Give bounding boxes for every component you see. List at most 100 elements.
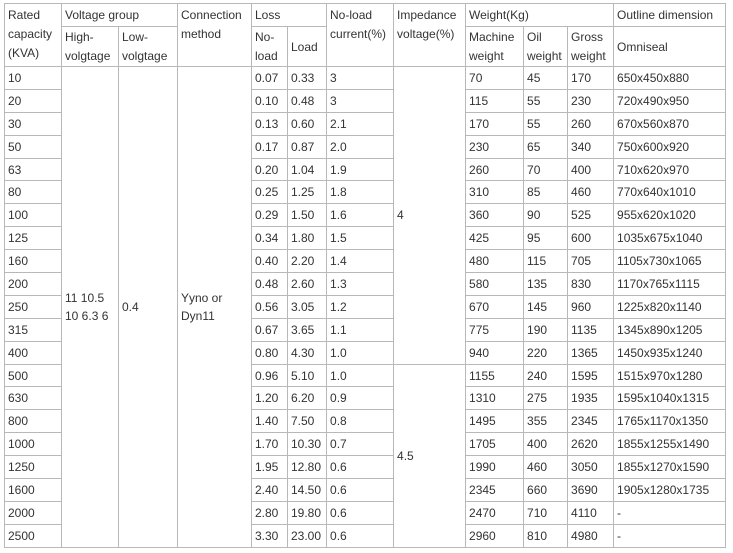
dimension-cell: 1515x970x1280 (613, 363, 727, 388)
load-loss-cell: 5.10 (286, 363, 328, 388)
dimension-cell: 1595x1040x1315 (613, 386, 727, 411)
no-load-current-cell: 0.6 (326, 455, 395, 480)
load-loss-cell: 7.50 (286, 409, 328, 434)
oil-weight-cell: 55 (523, 88, 569, 113)
dimension-cell: - (613, 500, 727, 525)
dimension-cell: 710x620x970 (613, 157, 727, 182)
no-load-current-cell: 2.0 (326, 134, 395, 159)
load-loss-cell: 0.60 (286, 111, 328, 136)
capacity-cell: 800 (4, 409, 62, 434)
machine-weight-cell: 775 (465, 317, 525, 342)
load-loss-cell: 12.80 (286, 455, 328, 480)
capacity-cell: 400 (4, 340, 62, 365)
no-load-current-cell: 1.0 (326, 363, 395, 388)
oil-weight-cell: 85 (523, 180, 569, 205)
oil-weight-cell: 460 (523, 455, 569, 480)
no-load-loss-cell: 0.34 (251, 226, 288, 251)
oil-weight-cell: 355 (523, 409, 569, 434)
machine-weight-cell: 1495 (465, 409, 525, 434)
machine-weight-cell: 580 (465, 272, 525, 296)
capacity-cell: 50 (4, 134, 62, 159)
oil-weight-cell: 115 (523, 249, 569, 274)
capacity-cell: 1000 (4, 432, 62, 457)
gross-weight-cell: 960 (567, 294, 615, 319)
impedance-voltage-cell: 4 (393, 66, 467, 365)
oil-weight-cell: 145 (523, 294, 569, 319)
gross-weight-cell: 1135 (567, 317, 615, 342)
no-load-loss-cell: 1.95 (251, 455, 288, 480)
no-load-current-cell: 1.4 (326, 249, 395, 274)
load-loss-cell: 10.30 (286, 432, 328, 457)
oil-weight-cell: 55 (523, 111, 569, 136)
gross-weight-cell: 1595 (567, 363, 615, 388)
header-impedance-voltage: Impedance voltage(%) (393, 3, 467, 67)
gross-weight-cell: 600 (567, 226, 615, 251)
no-load-loss-cell: 0.29 (251, 203, 288, 228)
machine-weight-cell: 170 (465, 111, 525, 136)
gross-weight-cell: 260 (567, 111, 615, 136)
gross-weight-cell: 3690 (567, 478, 615, 502)
no-load-current-cell: 1.9 (326, 157, 395, 182)
load-loss-cell: 19.80 (286, 500, 328, 525)
gross-weight-cell: 170 (567, 66, 615, 90)
oil-weight-cell: 135 (523, 272, 569, 296)
machine-weight-cell: 480 (465, 249, 525, 274)
capacity-cell: 630 (4, 386, 62, 411)
oil-weight-cell: 95 (523, 226, 569, 251)
header-oil-weight: Oil weight (523, 26, 569, 67)
load-loss-cell: 3.65 (286, 317, 328, 342)
capacity-cell: 63 (4, 157, 62, 182)
no-load-current-cell: 0.8 (326, 409, 395, 434)
dimension-cell: 1905x1280x1735 (613, 478, 727, 502)
gross-weight-cell: 230 (567, 88, 615, 113)
capacity-cell: 80 (4, 180, 62, 205)
dimension-cell: 1035x675x1040 (613, 226, 727, 251)
oil-weight-cell: 660 (523, 478, 569, 502)
table-body: 10 11 10.5 10 6.3 6 0.4 Yyno or Dyn11 0.07 0.… (4, 66, 727, 548)
dimension-cell: 1450x935x1240 (613, 340, 727, 365)
machine-weight-cell: 2960 (465, 523, 525, 548)
header-loss: Loss (250, 3, 328, 27)
machine-weight-cell: 425 (465, 226, 525, 251)
no-load-loss-cell: 0.40 (251, 249, 288, 274)
machine-weight-cell: 70 (465, 66, 525, 90)
capacity-cell: 1600 (4, 478, 62, 502)
load-loss-cell: 0.48 (286, 88, 328, 113)
machine-weight-cell: 1705 (465, 432, 525, 457)
load-loss-cell: 6.20 (286, 386, 328, 411)
header-rated-capacity: Rated capacity (KVA) (4, 3, 62, 67)
no-load-loss-cell: 0.56 (251, 294, 288, 319)
machine-weight-cell: 2345 (465, 478, 525, 502)
no-load-current-cell: 1.3 (326, 272, 395, 296)
machine-weight-cell: 1155 (465, 363, 525, 388)
header-weight: Weight(Kg) (465, 3, 615, 27)
no-load-loss-cell: 0.67 (251, 317, 288, 342)
machine-weight-cell: 1990 (465, 455, 525, 480)
oil-weight-cell: 90 (523, 203, 569, 228)
low-voltage-cell: 0.4 (118, 66, 178, 548)
oil-weight-cell: 710 (523, 500, 569, 525)
machine-weight-cell: 230 (465, 134, 525, 159)
capacity-cell: 160 (4, 249, 62, 274)
no-load-current-cell: 3 (326, 88, 395, 113)
no-load-loss-cell: 2.40 (251, 478, 288, 502)
capacity-cell: 250 (4, 294, 62, 319)
capacity-cell: 2500 (4, 523, 62, 548)
capacity-cell: 30 (4, 111, 62, 136)
capacity-cell: 500 (4, 363, 62, 388)
oil-weight-cell: 70 (523, 157, 569, 182)
high-voltage-cell: 11 10.5 10 6.3 6 (61, 66, 119, 548)
load-loss-cell: 2.20 (286, 249, 328, 274)
load-loss-cell: 14.50 (286, 478, 328, 502)
impedance-voltage-cell: 4.5 (393, 363, 467, 548)
load-loss-cell: 1.04 (286, 157, 328, 182)
dimension-cell: 1105x730x1065 (613, 249, 727, 274)
no-load-loss-cell: 0.80 (251, 340, 288, 365)
load-loss-cell: 0.33 (286, 66, 328, 90)
gross-weight-cell: 705 (567, 249, 615, 274)
capacity-cell: 125 (4, 226, 62, 251)
gross-weight-cell: 4110 (567, 500, 615, 525)
header-load-loss: Load (286, 26, 328, 67)
no-load-current-cell: 3 (326, 66, 395, 90)
no-load-loss-cell: 0.20 (251, 157, 288, 182)
